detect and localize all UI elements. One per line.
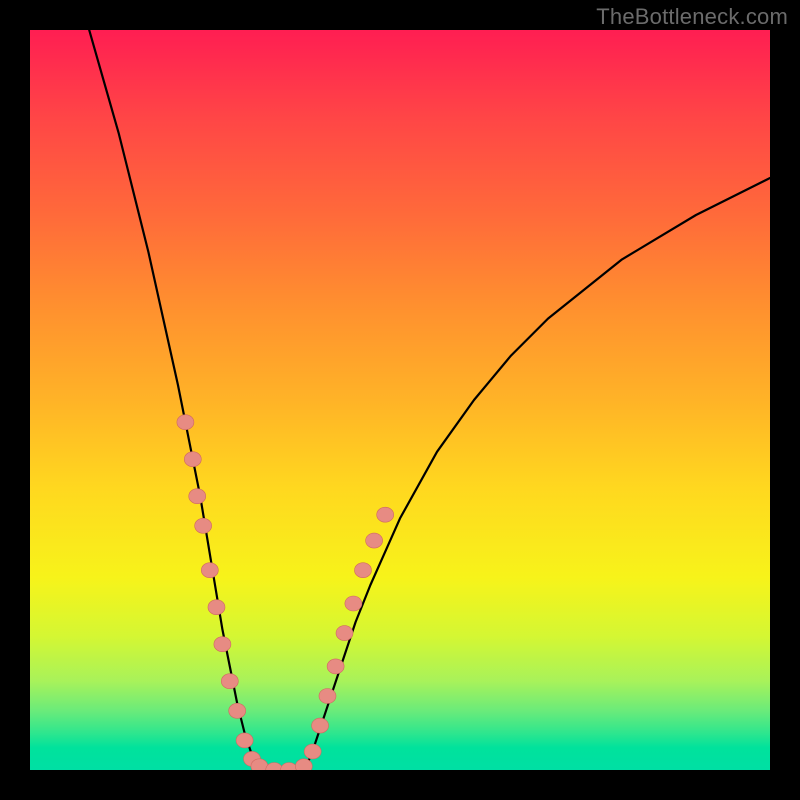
chart-frame: TheBottleneck.com <box>0 0 800 800</box>
data-point <box>184 452 201 467</box>
data-point <box>377 507 394 522</box>
data-point <box>312 718 329 733</box>
watermark-text: TheBottleneck.com <box>596 4 788 30</box>
data-point <box>189 489 206 504</box>
data-point <box>214 637 231 652</box>
data-point <box>266 763 283 771</box>
data-point <box>327 659 344 674</box>
data-point <box>336 626 353 641</box>
data-point <box>236 733 253 748</box>
data-point <box>221 674 238 689</box>
bottleneck-curve <box>89 30 770 770</box>
chart-overlay-svg <box>30 30 770 770</box>
data-point <box>195 518 212 533</box>
data-point <box>208 600 225 615</box>
data-point <box>345 596 362 611</box>
plot-area <box>30 30 770 770</box>
data-point <box>304 744 321 759</box>
data-point <box>201 563 218 578</box>
data-point <box>355 563 372 578</box>
dots-group <box>177 415 394 770</box>
data-point <box>177 415 194 430</box>
data-point <box>366 533 383 548</box>
data-point <box>281 763 298 771</box>
data-point <box>319 689 336 704</box>
line-group <box>89 30 770 770</box>
data-point <box>229 703 246 718</box>
